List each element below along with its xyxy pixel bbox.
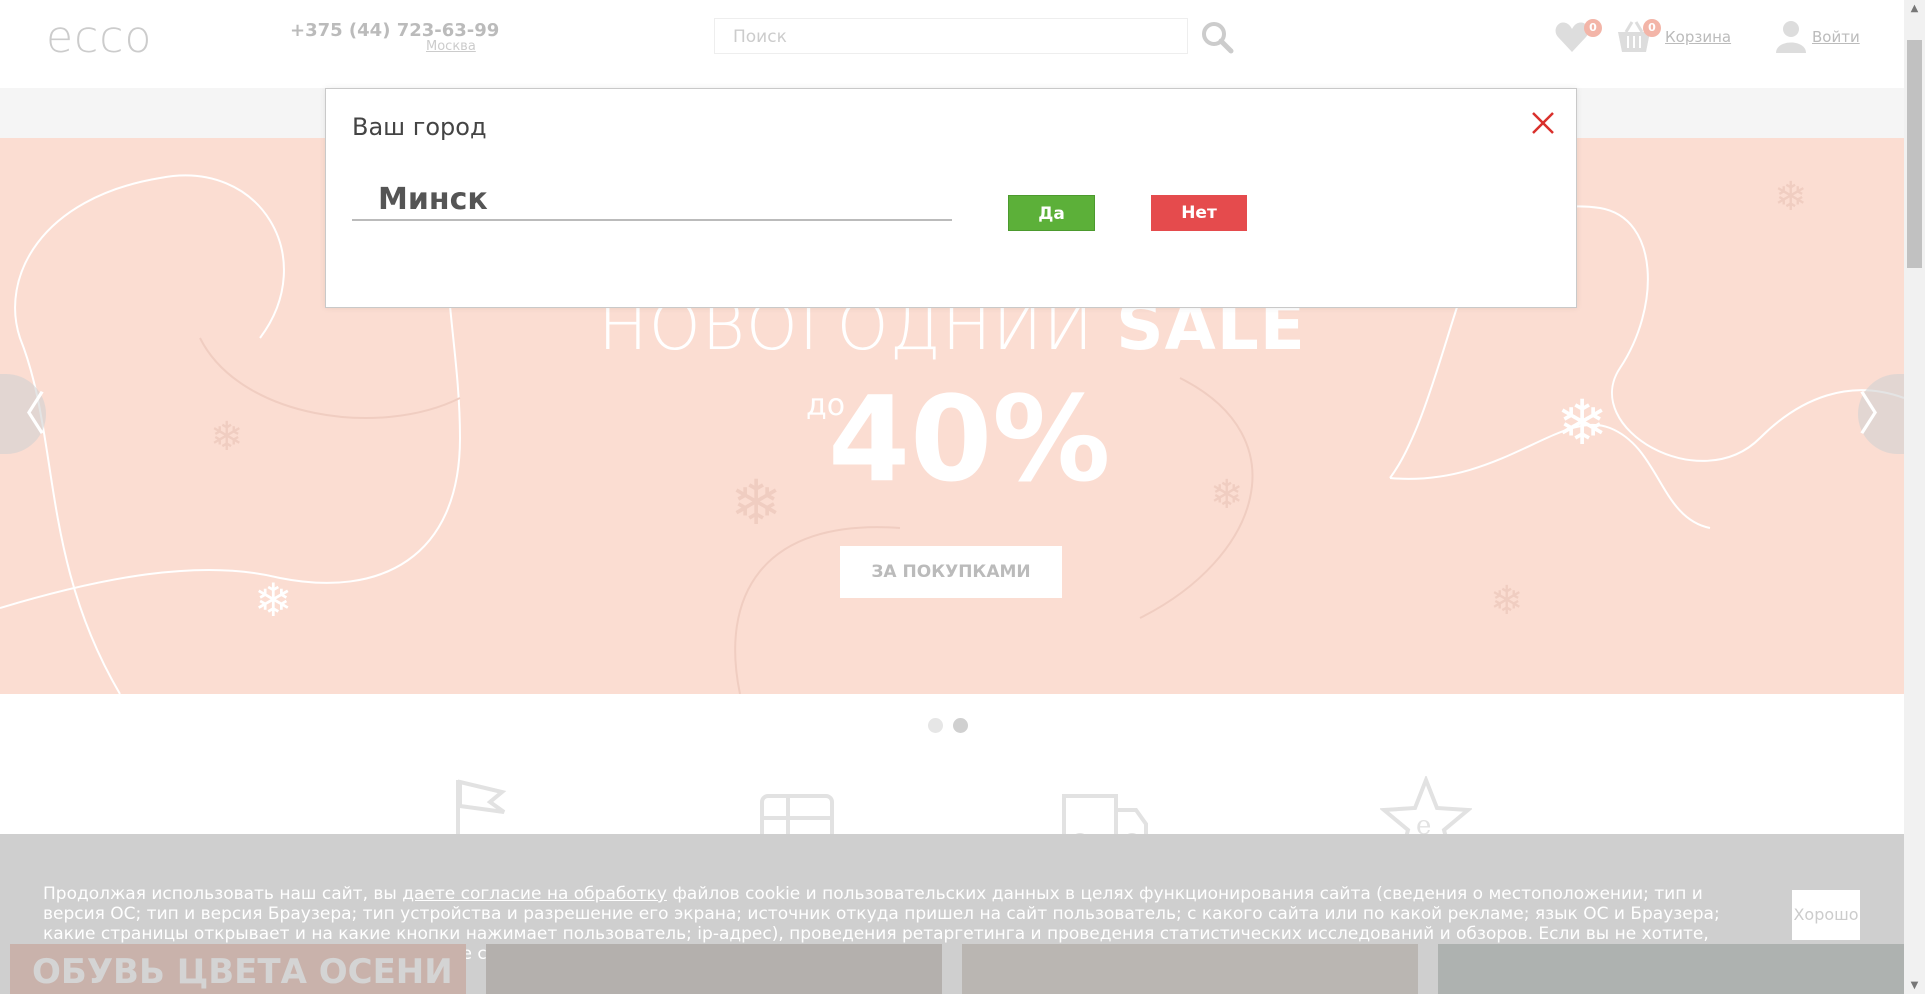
reject-city-button[interactable]: Нет [1151, 195, 1247, 231]
search-input[interactable]: Поиск [714, 18, 1188, 54]
ecco-logo[interactable]: ecco [46, 12, 152, 63]
scroll-thumb[interactable] [1907, 40, 1922, 268]
promo-tile[interactable] [1438, 944, 1904, 994]
login-link[interactable]: Войти [1812, 28, 1860, 46]
confirm-city-button[interactable]: Да [1008, 195, 1095, 231]
svg-text:❄: ❄ [210, 414, 244, 460]
search-icon[interactable] [1200, 20, 1234, 54]
svg-text:❄: ❄ [730, 466, 782, 539]
carousel-dot-active[interactable] [953, 718, 968, 733]
cookie-ok-button[interactable]: Хорошо [1792, 890, 1860, 940]
svg-text:❄: ❄ [1490, 578, 1524, 624]
banner-discount: 40% [828, 370, 1111, 508]
site-header: ecco +375 (44) 723-63-99 Москва Поиск 0 … [0, 0, 1904, 88]
promo-tile[interactable]: ОБУВЬ ЦВЕТА ОСЕНИ [10, 944, 466, 994]
phone-city-link[interactable]: Москва [426, 39, 476, 54]
user-icon[interactable] [1774, 19, 1808, 53]
carousel-dot[interactable] [928, 718, 943, 733]
city-select-modal: Ваш город Минск Да Нет [325, 88, 1577, 308]
cart-count-badge: 0 [1643, 19, 1661, 37]
carousel-dots [928, 718, 978, 737]
shop-now-button[interactable]: ЗА ПОКУПКАМИ [840, 546, 1062, 598]
close-icon[interactable] [1529, 109, 1557, 137]
scroll-up-arrow[interactable]: ▲ [1904, 0, 1925, 17]
modal-title: Ваш город [352, 113, 487, 141]
favorites-count-badge: 0 [1584, 19, 1602, 37]
svg-text:❄: ❄ [1210, 472, 1244, 518]
svg-text:❄: ❄ [1774, 174, 1808, 220]
cookie-consent-bar: Продолжая использовать наш сайт, вы дает… [0, 834, 1904, 994]
consent-link[interactable]: даете согласие на обработку [402, 884, 667, 904]
cart-link[interactable]: Корзина [1665, 28, 1731, 46]
promo-tile[interactable] [486, 944, 942, 994]
page-scrollbar[interactable]: ▲ ▼ [1904, 0, 1925, 994]
svg-text:❄: ❄ [254, 573, 293, 627]
svg-text:❄: ❄ [1556, 386, 1608, 459]
promo-tiles-strip: ОБУВЬ ЦВЕТА ОСЕНИ [0, 944, 1904, 994]
city-field[interactable]: Минск [352, 179, 952, 221]
promo-tile[interactable] [962, 944, 1418, 994]
scroll-down-arrow[interactable]: ▼ [1904, 977, 1925, 994]
phone-number[interactable]: +375 (44) 723-63-99 [290, 20, 499, 41]
